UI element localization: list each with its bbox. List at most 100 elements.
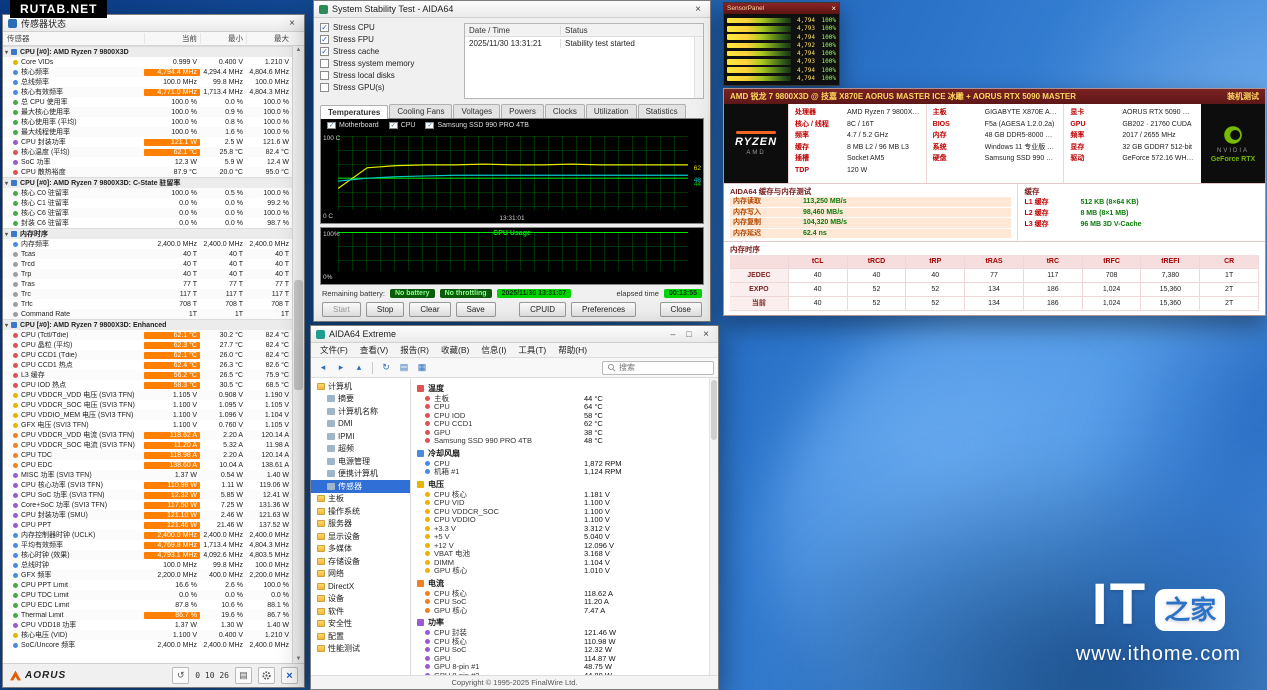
sidebar-item-2[interactable]: 计算机名称 — [311, 405, 410, 418]
sensor-item[interactable]: CPU VID1.100 V — [411, 499, 708, 508]
tab-6[interactable]: Statistics — [638, 104, 686, 118]
settings-button[interactable] — [258, 667, 275, 684]
sidebar-item-4[interactable]: IPMI — [311, 430, 410, 443]
sidebar-item-18[interactable]: 软件 — [311, 605, 410, 618]
sidebar-item-17[interactable]: 设备 — [311, 593, 410, 606]
sensor-item[interactable]: GPU 核心7.47 A — [411, 606, 708, 615]
sidebar-item-8[interactable]: 传感器 — [311, 480, 410, 493]
tab-3[interactable]: Powers — [501, 104, 544, 118]
sidebar-item-13[interactable]: 多媒体 — [311, 543, 410, 556]
menu-item-3[interactable]: 收藏(B) — [436, 343, 474, 357]
sidebar-item-10[interactable]: 操作系统 — [311, 505, 410, 518]
sensor-row[interactable]: 核心电压 (VID)1.100 V0.400 V1.210 V — [3, 630, 292, 640]
sensor-row[interactable]: Thermal Limit86.7 %19.6 %86.7 % — [3, 610, 292, 620]
preferences-button[interactable]: Preferences — [571, 302, 636, 317]
sensor-row[interactable]: CPU TDC Limit0.0 %0.0 %0.0 % — [3, 590, 292, 600]
menu-item-4[interactable]: 信息(I) — [476, 343, 511, 357]
menu-item-2[interactable]: 报告(R) — [395, 343, 434, 357]
sensor-item[interactable]: 主板44 °C — [411, 394, 708, 403]
sidebar-item-19[interactable]: 安全性 — [311, 618, 410, 631]
sensor-row[interactable]: CPU CCD1 热点62.4 °C26.3 °C82.6 °C — [3, 360, 292, 370]
sensor-item[interactable]: CPU 核心1.181 V — [411, 490, 708, 499]
menu-item-6[interactable]: 帮助(H) — [553, 343, 592, 357]
sensor-row[interactable]: CPU SoC 功率 (SVI3 TFN)12.32 W5.85 W12.41 … — [3, 490, 292, 500]
sensor-row[interactable]: CPU 核心功率 (SVI3 TFN)110.98 W1.11 W119.06 … — [3, 480, 292, 490]
sensor-row[interactable]: CPU PPT Limit16.6 %2.6 %100.0 % — [3, 580, 292, 590]
sensor-row[interactable]: 最大核心使用率100.0 %0.9 %100.0 % — [3, 107, 292, 117]
clear-button[interactable]: Clear — [409, 302, 450, 317]
sensor-row[interactable]: 总 CPU 使用率100.0 %0.0 %100.0 % — [3, 97, 292, 107]
sensor-row[interactable]: 核心 C0 驻留率100.0 %0.5 %100.0 % — [3, 188, 292, 198]
tab-4[interactable]: Clocks — [545, 104, 585, 118]
sensor-row[interactable]: CPU 晶粒 (平均)62.3 °C27.7 °C82.4 °C — [3, 340, 292, 350]
sensor-row[interactable]: CPU EDC Limit87.8 %10.6 %88.1 % — [3, 600, 292, 610]
sensor-row[interactable]: CPU VDD18 功率1.37 W1.30 W1.40 W — [3, 620, 292, 630]
scrollbar-thumb[interactable] — [711, 380, 717, 440]
sensor-item[interactable]: +3.3 V3.312 V — [411, 524, 708, 533]
legend-checkbox-1[interactable]: ✓CPU — [389, 122, 416, 129]
stress-checkbox-5[interactable]: Stress GPU(s) — [320, 83, 458, 92]
sensor-row[interactable]: 核心使用率 (平均)100.0 %0.8 %100.0 % — [3, 117, 292, 127]
sensor-item[interactable]: +5 V5.040 V — [411, 533, 708, 542]
close-icon[interactable]: × — [699, 329, 713, 340]
sensor-row[interactable]: CPU PPT121.46 W21.46 W137.52 W — [3, 520, 292, 530]
legend-checkbox-2[interactable]: ✓Samsung SSD 990 PRO 4TB — [425, 122, 528, 129]
sidebar-item-9[interactable]: 主板 — [311, 493, 410, 506]
tab-5[interactable]: Utilization — [586, 104, 637, 118]
reset-clock-button[interactable]: ↺ — [172, 667, 189, 684]
report-button[interactable]: ▤ — [235, 667, 252, 684]
menu-item-1[interactable]: 查看(V) — [355, 343, 393, 357]
sensor-item[interactable]: CPU SoC12.32 W — [411, 646, 708, 655]
sensor-row[interactable]: 核心 C6 驻留率0.0 %0.0 %100.0 % — [3, 208, 292, 218]
sensor-row[interactable]: CPU TDC118.98 A2.20 A120.14 A — [3, 450, 292, 460]
sensor-row[interactable]: Trc117 T117 T117 T — [3, 289, 292, 299]
sensor-row[interactable]: Core VIDs0.999 V0.400 V1.210 V — [3, 57, 292, 67]
sensor-row[interactable]: 最大线程使用率100.0 %1.6 %100.0 % — [3, 127, 292, 137]
sensor-row[interactable]: MISC 功率 (SVI3 TFN)1.37 W0.54 W1.40 W — [3, 470, 292, 480]
sidebar-item-21[interactable]: 性能测试 — [311, 643, 410, 656]
hwinfo-group-header[interactable]: ▾CPU [#0]: AMD Ryzen 7 9800X3D — [3, 46, 292, 57]
sensor-row[interactable]: CPU VDDCR_SOC 电压 (SVI3 TFN)1.100 V1.095 … — [3, 400, 292, 410]
sensor-item[interactable]: CPU64 °C — [411, 403, 708, 412]
sensor-row[interactable]: CPU CCD1 (Tdie)62.1 °C26.0 °C82.4 °C — [3, 350, 292, 360]
sensor-row[interactable]: 核心有效频率4,771.0 MHz1,713.4 MHz4,804.3 MHz — [3, 87, 292, 97]
stress-checkbox-2[interactable]: ✓Stress cache — [320, 47, 458, 56]
sidebar-item-16[interactable]: DirectX — [311, 580, 410, 593]
sensor-row[interactable]: CPU VDDCR_VDD 电压 (SVI3 TFN)1.105 V0.908 … — [3, 390, 292, 400]
sensor-row[interactable]: 核心频率4,794.4 MHz4,294.4 MHz4,804.6 MHz — [3, 67, 292, 77]
sidebar-item-0[interactable]: 计算机 — [311, 380, 410, 393]
stress-checkbox-3[interactable]: Stress system memory — [320, 59, 458, 68]
sidebar-item-20[interactable]: 配置 — [311, 630, 410, 643]
stop-button[interactable]: Stop — [366, 302, 404, 317]
sensor-row[interactable]: 核心温度 (平均)62.1 °C25.8 °C82.4 °C — [3, 147, 292, 157]
save-button[interactable]: Save — [456, 302, 496, 317]
aida64-titlebar[interactable]: AIDA64 Extreme – □ × — [311, 326, 718, 343]
sensor-row[interactable]: CPU VDDCR_SOC 电流 (SVI3 TFN)11.20 A5.32 A… — [3, 440, 292, 450]
maximize-icon[interactable]: □ — [683, 329, 695, 339]
sensor-row[interactable]: SoC/Uncore 频率2,400.0 MHz2,400.0 MHz2,400… — [3, 640, 292, 650]
sensor-row[interactable]: 核心 C1 驻留率0.0 %0.0 %99.2 % — [3, 198, 292, 208]
sensor-row[interactable]: CPU EDC138.60 A10.04 A138.61 A — [3, 460, 292, 470]
close-sensors-button[interactable]: × — [281, 667, 298, 684]
sensor-item[interactable]: 机箱 #11,124 RPM — [411, 468, 708, 477]
menu-item-0[interactable]: 文件(F) — [315, 343, 353, 357]
sensor-row[interactable]: 平均有效频率4,769.8 MHz1,713.4 MHz4,804.3 MHz — [3, 540, 292, 550]
sensor-item[interactable]: GPU 8-pin #244.89 W — [411, 671, 708, 675]
sensor-row[interactable]: Trp40 T40 T40 T — [3, 269, 292, 279]
sidebar-item-12[interactable]: 显示设备 — [311, 530, 410, 543]
sensor-item[interactable]: CPU 核心110.98 W — [411, 637, 708, 646]
hwinfo-group-header[interactable]: ▾CPU [#0]: AMD Ryzen 7 9800X3D: C-State … — [3, 177, 292, 188]
forward-button[interactable]: ▸ — [333, 360, 349, 375]
close-button[interactable]: Close — [660, 302, 702, 317]
stability-titlebar[interactable]: System Stability Test - AIDA64 × — [314, 1, 710, 18]
sensor-row[interactable]: CPU 封装功率121.1 W2.5 W121.6 W — [3, 137, 292, 147]
sensor-row[interactable]: GFX 频率2,200.0 MHz400.0 MHz2,200.0 MHz — [3, 570, 292, 580]
sensor-row[interactable]: CPU 散热裕度87.9 °C20.0 °C95.0 °C — [3, 167, 292, 177]
scroll-up-icon[interactable]: ▲ — [296, 47, 302, 53]
close-icon[interactable]: × — [691, 4, 705, 15]
tab-0[interactable]: Temperatures — [320, 105, 388, 119]
close-icon[interactable]: × — [285, 18, 299, 29]
sidebar-item-3[interactable]: DMI — [311, 418, 410, 431]
sidebar-item-1[interactable]: 摘要 — [311, 393, 410, 406]
sensor-row[interactable]: Trcd40 T40 T40 T — [3, 259, 292, 269]
